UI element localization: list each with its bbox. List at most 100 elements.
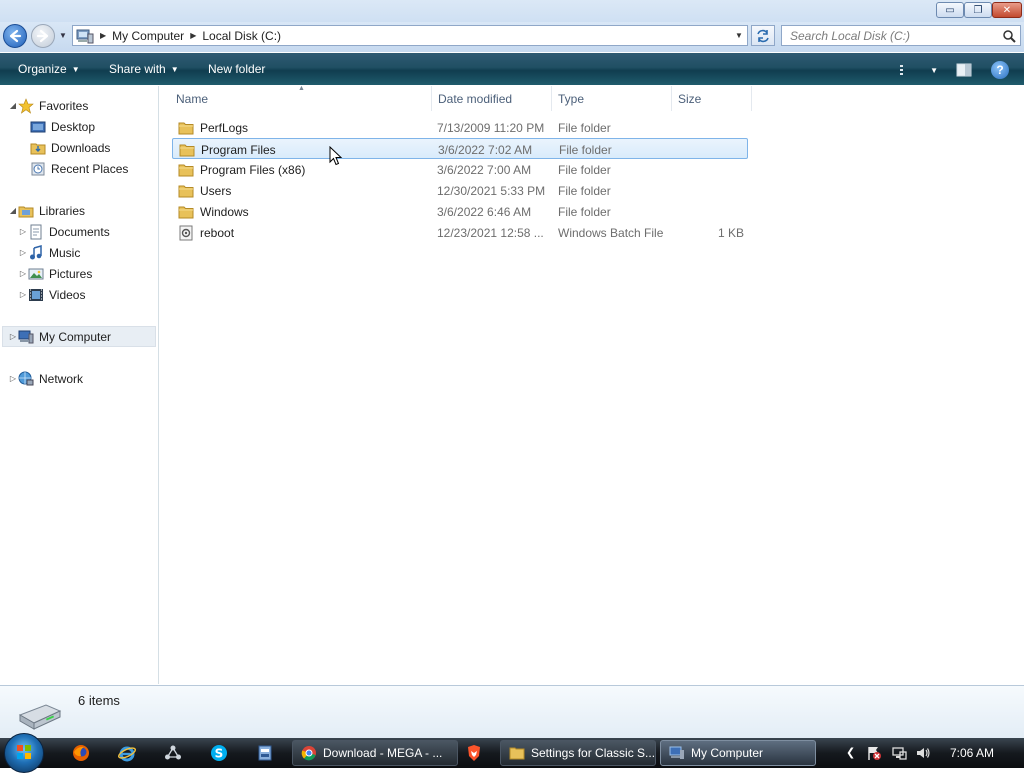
breadcrumb-local-disk[interactable]: Local Disk (C:) <box>202 29 281 43</box>
new-folder-button[interactable]: New folder <box>208 62 265 76</box>
column-header-type[interactable]: Type <box>552 86 672 111</box>
file-date: 3/6/2022 6:46 AM <box>437 204 532 219</box>
chevron-down-icon: ▼ <box>170 64 179 74</box>
nav-network[interactable]: ▷ Network <box>8 368 83 389</box>
network-share-icon[interactable] <box>164 744 182 762</box>
file-name: PerfLogs <box>200 120 249 135</box>
nav-item-label: Recent Places <box>51 161 129 176</box>
hard-drive-icon <box>18 704 62 730</box>
organize-button[interactable]: Organize ▼ <box>18 62 80 76</box>
file-row-perflogs[interactable]: PerfLogs 7/13/2009 11:20 PM File folder <box>172 117 748 138</box>
expander-closed-icon[interactable]: ▷ <box>18 227 28 236</box>
refresh-icon <box>757 29 769 42</box>
column-header-size[interactable]: Size <box>672 86 752 111</box>
nav-item-label: Desktop <box>51 119 96 134</box>
taskbar-button-label: Download - MEGA - ... <box>323 746 443 760</box>
action-center-flag-icon[interactable] <box>866 745 882 761</box>
change-view-button[interactable]: ▼ <box>900 63 938 77</box>
nav-my-computer-label: My Computer <box>39 329 112 344</box>
nav-my-computer[interactable]: ▷ My Computer <box>8 326 111 347</box>
share-with-label: Share with <box>109 62 166 76</box>
volume-icon[interactable] <box>915 745 931 761</box>
expander-closed-icon[interactable]: ▷ <box>18 290 28 299</box>
refresh-button[interactable] <box>751 25 775 46</box>
internet-explorer-icon[interactable] <box>118 744 136 762</box>
expander-open-icon[interactable]: ◢ <box>8 101 18 110</box>
file-date: 3/6/2022 7:02 AM <box>438 142 533 157</box>
skype-icon[interactable]: S <box>210 744 228 762</box>
chevron-down-icon[interactable]: ▼ <box>930 66 938 75</box>
nav-item-label: Downloads <box>51 140 111 155</box>
minimize-button[interactable]: ▭ <box>936 2 964 18</box>
batch-file-icon <box>179 225 193 240</box>
forward-button[interactable] <box>31 24 55 48</box>
taskbar-button-label: My Computer <box>691 746 764 760</box>
file-name: Users <box>200 183 232 198</box>
address-bar[interactable]: ▶ My Computer ▶ Local Disk (C:) <box>72 25 748 46</box>
taskbar-button-my-computer[interactable]: My Computer <box>660 740 816 766</box>
nav-libraries[interactable]: ◢ Libraries <box>8 200 85 221</box>
start-button[interactable] <box>4 733 44 773</box>
file-name: Program Files <box>201 142 276 157</box>
nav-item-downloads[interactable]: Downloads <box>30 137 110 158</box>
recent-places-icon <box>31 162 45 175</box>
file-row-program-files-x86[interactable]: Program Files (x86) 3/6/2022 7:00 AM Fil… <box>172 159 748 180</box>
column-header-date-modified[interactable]: Date modified <box>432 86 552 111</box>
file-type: Windows Batch File <box>558 225 664 240</box>
preview-pane-icon[interactable] <box>956 62 972 78</box>
expander-closed-icon[interactable]: ▷ <box>18 269 28 278</box>
help-button[interactable]: ? <box>991 61 1009 79</box>
taskbar-button-classic-shell-settings[interactable]: Settings for Classic S... <box>500 740 656 766</box>
address-dropdown-button[interactable]: ▼ <box>731 26 747 45</box>
title-bar <box>0 0 1024 22</box>
nav-network-label: Network <box>39 371 84 386</box>
nav-item-music[interactable]: ▷ Music <box>18 242 80 263</box>
breadcrumb-separator[interactable]: ▶ <box>100 31 106 40</box>
search-icon[interactable] <box>1002 29 1016 43</box>
close-button[interactable]: ✕ <box>992 2 1022 18</box>
nav-favorites[interactable]: ◢ Favorites <box>8 95 88 116</box>
nav-item-pictures[interactable]: ▷ Pictures <box>18 263 92 284</box>
file-size <box>712 201 744 222</box>
nav-item-desktop[interactable]: Desktop <box>30 116 95 137</box>
back-button[interactable] <box>3 24 27 48</box>
taskbar-button-chrome-mega[interactable]: Download - MEGA - ... <box>292 740 458 766</box>
computer-icon <box>76 29 94 43</box>
details-pane <box>0 685 1024 738</box>
nav-item-recent-places[interactable]: Recent Places <box>30 158 128 179</box>
folder-icon <box>509 747 525 760</box>
expander-closed-icon[interactable]: ▷ <box>8 374 18 383</box>
expander-open-icon[interactable]: ◢ <box>8 206 18 215</box>
nav-item-videos[interactable]: ▷ Videos <box>18 284 86 305</box>
file-row-reboot[interactable]: reboot 12/23/2021 12:58 ... Windows Batc… <box>172 222 748 243</box>
taskbar-clock[interactable]: 7:06 AM <box>950 746 994 760</box>
nav-item-label: Documents <box>49 224 110 239</box>
file-date: 7/13/2009 11:20 PM <box>437 120 545 135</box>
nav-favorites-label: Favorites <box>39 98 89 113</box>
file-date: 12/30/2021 5:33 PM <box>437 183 546 198</box>
expander-closed-icon[interactable]: ▷ <box>8 332 18 341</box>
file-row-windows[interactable]: Windows 3/6/2022 6:46 AM File folder <box>172 201 748 222</box>
file-type: File folder <box>559 142 612 157</box>
expander-closed-icon[interactable]: ▷ <box>18 248 28 257</box>
nav-item-label: Pictures <box>49 266 93 281</box>
search-input[interactable]: Search Local Disk (C:) <box>781 25 1021 46</box>
recent-pages-dropdown[interactable]: ▼ <box>58 30 68 40</box>
share-with-button[interactable]: Share with ▼ <box>109 62 179 76</box>
breadcrumb-my-computer[interactable]: My Computer <box>112 29 184 43</box>
breadcrumb-separator[interactable]: ▶ <box>190 31 196 40</box>
maximize-button[interactable]: ❐ <box>964 2 992 18</box>
brave-icon[interactable] <box>465 744 483 762</box>
star-icon <box>18 97 34 114</box>
organize-label: Organize <box>18 62 67 76</box>
system-tool-icon[interactable] <box>256 744 274 762</box>
show-hidden-icons-button[interactable]: ❮ <box>846 746 855 759</box>
network-status-icon[interactable] <box>891 745 907 761</box>
nav-item-documents[interactable]: ▷ Documents <box>18 221 110 242</box>
firefox-icon[interactable] <box>72 744 90 762</box>
computer-icon <box>669 746 684 759</box>
file-size <box>712 180 744 201</box>
file-row-users[interactable]: Users 12/30/2021 5:33 PM File folder <box>172 180 748 201</box>
nav-item-label: Videos <box>49 287 86 302</box>
file-row-program-files[interactable]: Program Files 3/6/2022 7:02 AM File fold… <box>172 138 748 159</box>
